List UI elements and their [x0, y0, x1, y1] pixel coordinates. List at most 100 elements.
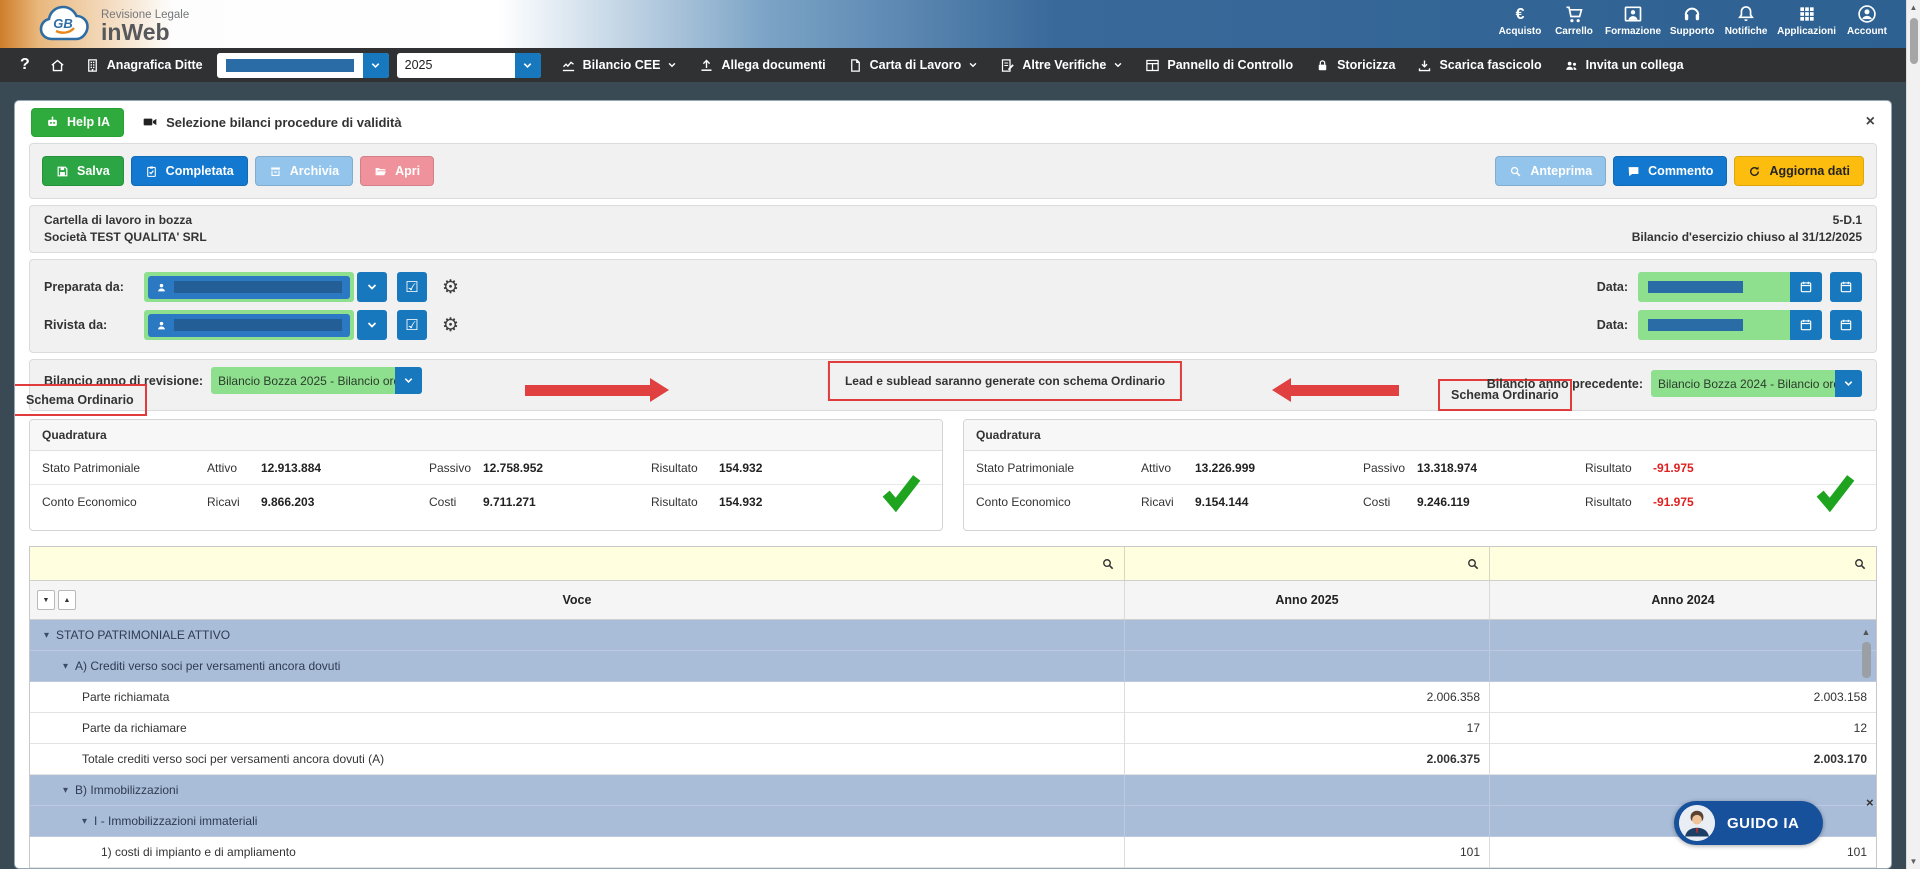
header-carrello-button[interactable]: Carrello — [1551, 4, 1597, 37]
document-icon — [848, 58, 863, 73]
nav-label: Pannello di Controllo — [1167, 58, 1294, 72]
check-icon — [1814, 470, 1856, 512]
expand-all-button[interactable]: ▲ — [58, 590, 76, 610]
collapse-icon[interactable]: ▾ — [82, 816, 87, 827]
calendar-today-icon[interactable] — [1830, 310, 1862, 340]
guido-ia-button[interactable]: GUIDO IA — [1674, 801, 1824, 845]
company-select[interactable] — [216, 52, 389, 78]
nav-item-anagrafica-ditte[interactable]: Anagrafica Ditte — [85, 58, 203, 73]
selezione-bilanci-modal: Help IA Selezione bilanci procedure di v… — [14, 100, 1892, 869]
calendar-today-icon[interactable] — [1830, 272, 1862, 302]
nav-item-invita-un-collega[interactable]: Invita un collega — [1564, 58, 1684, 73]
chevron-down-icon[interactable] — [362, 52, 389, 78]
scrollbar-thumb[interactable] — [1861, 642, 1871, 678]
gear-icon[interactable]: ⚙ — [442, 316, 459, 335]
column-header-voce[interactable]: ▼ ▲ Voce — [30, 581, 1125, 620]
nav-item-allega-documenti[interactable]: Allega documenti — [699, 58, 826, 73]
check-icon — [880, 470, 922, 512]
archivia-button[interactable]: Archivia — [254, 156, 354, 186]
quadratura-row: Conto Economico Ricavi 9.866.203 Costi 9.711… — [30, 484, 942, 518]
redacted-date — [1648, 281, 1743, 293]
table-row[interactable]: ▾ STATO PATRIMONIALE ATTIVO — [30, 620, 1876, 651]
confirm-checkbox-button[interactable]: ☑ — [397, 310, 427, 340]
rivista-da-row: Rivista da: ☑ ⚙ Data: — [44, 309, 1862, 341]
chevron-down-icon[interactable] — [357, 310, 387, 340]
scroll-up-icon[interactable]: ▲ — [1862, 627, 1871, 637]
nav-item-scarica-fascicolo[interactable]: Scarica fascicolo — [1417, 58, 1542, 73]
quadratura-value: 13.226.999 — [1195, 461, 1256, 475]
close-icon[interactable]: × — [1866, 113, 1875, 131]
guido-close-icon[interactable]: × — [1866, 795, 1874, 810]
confirm-checkbox-button[interactable]: ☑ — [397, 272, 427, 302]
search-input-voce[interactable] — [30, 547, 1125, 581]
calendar-icon[interactable] — [1790, 272, 1822, 302]
search-icon — [1466, 557, 1480, 571]
chevron-down-icon[interactable] — [1835, 370, 1862, 397]
column-header-anno-2024[interactable]: Anno 2024 — [1490, 581, 1876, 620]
table-cell-anno-2024: 12 — [1490, 713, 1876, 744]
search-input-anno-2025[interactable] — [1125, 547, 1490, 581]
anteprima-button[interactable]: Anteprima — [1495, 156, 1607, 186]
folder-icon — [374, 165, 387, 178]
collapse-icon[interactable]: ▾ — [63, 785, 68, 796]
collapse-icon[interactable]: ▾ — [63, 661, 68, 672]
date-input[interactable] — [1638, 272, 1790, 302]
completata-button[interactable]: Completata — [130, 156, 248, 186]
scrollbar-thumb[interactable] — [1909, 18, 1918, 64]
button-label: Completata — [165, 164, 234, 178]
help-ia-button[interactable]: Help IA — [31, 107, 125, 137]
header-acquisto-button[interactable]: € Acquisto — [1497, 4, 1543, 37]
table-row[interactable]: ▾ B) Immobilizzazioni — [30, 775, 1876, 806]
commento-button[interactable]: Commento — [1613, 156, 1728, 186]
avatar — [1679, 805, 1715, 841]
nav-item-pannello-di-controllo[interactable]: Pannello di Controllo — [1145, 58, 1293, 73]
bilancio-revisione-select[interactable]: Bilancio Bozza 2025 - Bilancio ordinar — [211, 367, 423, 394]
table-cell-voce: 1) costi di impianto e di ampliamento — [30, 837, 1125, 868]
redacted-user-name — [174, 319, 342, 331]
euro-icon: € — [1510, 4, 1530, 24]
home-button[interactable] — [50, 58, 65, 73]
apri-button[interactable]: Apri — [360, 156, 435, 186]
date-input[interactable] — [1638, 310, 1790, 340]
table-row[interactable]: ▾ I - Immobilizzazioni immateriali — [30, 806, 1876, 837]
nav-item-bilancio-cee[interactable]: Bilancio CEE — [561, 58, 678, 73]
search-input-anno-2024[interactable] — [1490, 547, 1876, 581]
chevron-down-icon[interactable] — [395, 367, 423, 394]
header-supporto-button[interactable]: Supporto — [1669, 4, 1715, 37]
year-select[interactable]: 2025 — [396, 52, 541, 78]
chevron-down-icon[interactable] — [357, 272, 387, 302]
header-notifiche-button[interactable]: Notifiche — [1723, 4, 1769, 37]
table-scrollbar[interactable]: ▲ — [1860, 627, 1872, 678]
calendar-icon[interactable] — [1790, 310, 1822, 340]
header-applicazioni-button[interactable]: Applicazioni — [1777, 4, 1836, 37]
nav-item-altre-verifiche[interactable]: Altre Verifiche — [1000, 58, 1123, 73]
header-account-button[interactable]: Account — [1844, 4, 1890, 37]
header-formazione-button[interactable]: Formazione — [1605, 4, 1661, 37]
bilancio-precedente-select[interactable]: Bilancio Bozza 2024 - Bilancio ordinar — [1651, 370, 1862, 397]
gear-icon[interactable]: ⚙ — [442, 278, 459, 297]
table-row[interactable]: ▾ A) Crediti verso soci per versamenti an… — [30, 651, 1876, 682]
header-icon-label: Acquisto — [1498, 26, 1542, 37]
chevron-down-icon[interactable] — [514, 52, 541, 78]
quadratura-value: 13.318.974 — [1417, 461, 1478, 475]
quadratura-panel-anno-2025: Quadratura Stato Patrimoniale Attivo 12.913… — [29, 419, 943, 531]
collapse-icon[interactable]: ▾ — [44, 630, 49, 641]
rivista-da-select[interactable] — [144, 310, 354, 340]
redacted-date — [1648, 319, 1743, 331]
page-scrollbar[interactable]: ▲ ▼ — [1906, 0, 1920, 869]
nav-item-storicizza[interactable]: Storicizza — [1315, 58, 1395, 73]
help-button[interactable]: ? — [20, 56, 30, 74]
aggiorna-dati-button[interactable]: Aggiorna dati — [1734, 156, 1864, 186]
folder-status: Cartella di lavoro in bozza — [44, 213, 193, 227]
column-header-anno-2025[interactable]: Anno 2025 — [1125, 581, 1490, 620]
selected-user-pill — [148, 275, 350, 299]
header-icon-label: Notifiche — [1724, 26, 1768, 37]
brand-line2: inWeb — [101, 18, 170, 45]
quadratura-title: Quadratura — [30, 420, 942, 451]
scroll-up-icon[interactable]: ▲ — [1910, 3, 1918, 12]
scroll-down-icon[interactable]: ▼ — [1910, 857, 1918, 866]
preparata-da-select[interactable] — [144, 272, 354, 302]
salva-button[interactable]: Salva — [42, 156, 124, 186]
collapse-all-button[interactable]: ▼ — [37, 590, 55, 610]
nav-item-carta-di-lavoro[interactable]: Carta di Lavoro — [848, 58, 979, 73]
